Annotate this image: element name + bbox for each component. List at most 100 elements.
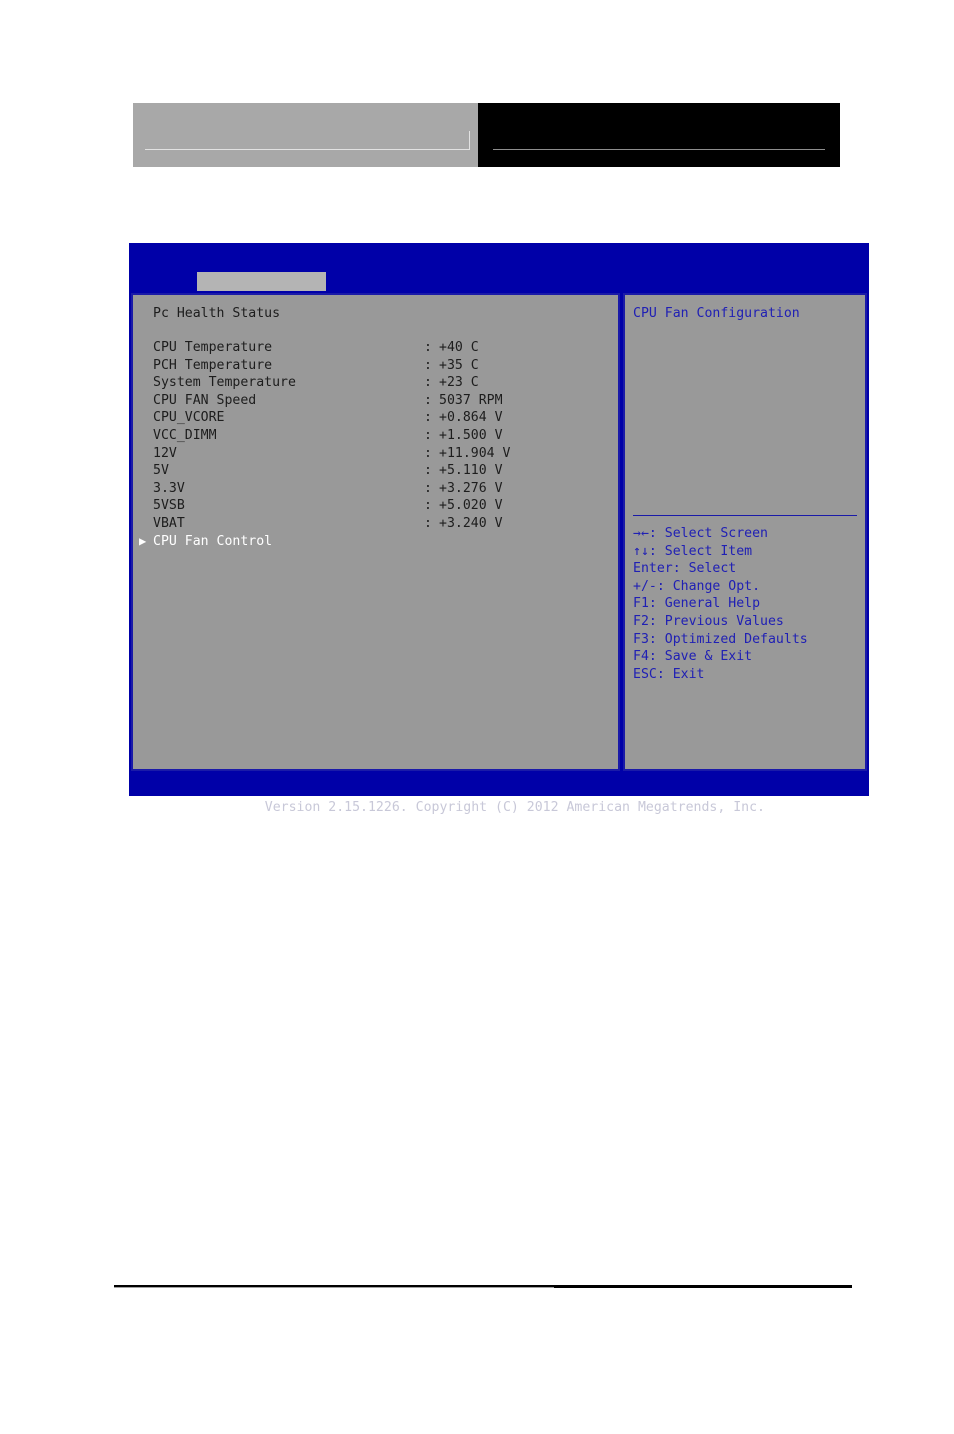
keyboard-legend-row: ↑↓: Select Item [633,543,808,561]
keyboard-legend-row: +/-: Change Opt. [633,578,808,596]
header-box-left [133,103,478,167]
sensor-separator: : [424,463,432,479]
page-rule-segment-left [114,1285,554,1288]
header-left-vertical-rule [469,131,470,150]
sensor-separator: : [424,445,432,461]
keyboard-legend-key: F2 [633,613,649,629]
menu-item-cpu-fan-control[interactable]: ▶ CPU Fan Control [133,533,618,551]
keyboard-legend-action: Select Item [664,543,753,559]
keyboard-legend-action: Save & Exit [664,649,753,665]
sensor-row: 5V: +5.110 V [133,462,618,480]
sensor-label: VCC_DIMM [153,427,217,443]
sensor-value: +23 C [439,375,479,391]
keyboard-legend-key: F3 [633,631,649,647]
page-bottom-rule [114,1285,852,1288]
tab-advanced[interactable]: Advanced [197,272,327,308]
sensor-label: System Temperature [153,375,296,391]
keyboard-legend-row: Enter: Select [633,560,808,578]
sensor-row: 3.3V: +3.276 V [133,480,618,498]
keyboard-legend-list: →←: Select Screen ↑↓: Select Item Enter: S… [633,525,808,683]
bios-footer-bar: Version 2.15.1226. Copyright (C) 2012 Am… [129,773,869,815]
keyboard-legend-action: Select Screen [664,526,768,541]
keyboard-legend-separator: : [648,543,665,559]
sensor-value: +5.110 V [439,463,503,479]
keyboard-legend-row: F4: Save & Exit [633,648,808,666]
sensor-separator: : [424,427,432,443]
keyboard-legend-action: Previous Values [664,613,784,629]
keyboard-legend-separator: : [656,578,673,594]
header-right-underline [493,149,825,150]
keyboard-legend-separator: : [648,631,665,647]
sensor-separator: : [424,410,432,426]
keyboard-legend-key: F4 [633,649,649,665]
keyboard-legend-key: ↑↓ [633,543,649,559]
keyboard-legend-key: ESC [633,666,657,682]
sensor-separator: : [424,480,432,496]
sensor-row: CPU Temperature: +40 C [133,339,618,357]
keyboard-legend-action: Exit [672,666,705,682]
keyboard-legend-row: →←: Select Screen [633,525,808,543]
keyboard-legend-separator: : [672,561,689,577]
sensor-row: 12V: +11.904 V [133,445,618,463]
sensor-value: +11.904 V [439,445,511,461]
page-header-graphic [133,103,840,167]
sensor-row: CPU_VCORE: +0.864 V [133,409,618,427]
sensor-label: 5VSB [153,498,185,514]
help-panel: CPU Fan Configuration →←: Select Screen ↑… [623,293,867,771]
sensor-row: CPU FAN Speed:5037 RPM [133,392,618,410]
keyboard-legend-row: ESC: Exit [633,666,808,684]
help-panel-divider [633,515,857,516]
sensor-value: +0.864 V [439,410,503,426]
section-title-pc-health-status: Pc Health Status [153,306,281,321]
page-rule-segment-right [554,1285,852,1288]
sensor-row: System Temperature: +23 C [133,374,618,392]
sensor-separator: : [424,498,432,514]
keyboard-legend-key: Enter [633,561,673,577]
sensor-separator: : [424,515,432,531]
sensor-label: 5V [153,463,169,479]
sensor-separator: : [424,375,432,391]
pc-health-status-panel: Pc Health Status CPU Temperature: +40 C PC… [131,293,620,771]
sensor-value: +3.276 V [439,480,503,496]
sensor-label: 12V [153,445,177,461]
keyboard-legend-action: Optimized Defaults [664,631,808,647]
sensor-row: PCH Temperature: +35 C [133,357,618,375]
keyboard-legend-action: Change Opt. [672,578,761,594]
sensor-value: +3.240 V [439,515,503,531]
sensor-label: CPU Temperature [153,340,273,355]
bios-tab-bar: Advanced [129,272,869,308]
bios-body: Pc Health Status CPU Temperature: +40 C PC… [129,291,869,773]
sensor-value: +40 C [439,340,479,355]
sensor-label: VBAT [153,515,185,531]
keyboard-legend-row: F3: Optimized Defaults [633,631,808,649]
sensor-label: CPU_VCORE [153,410,225,426]
keyboard-legend-action: General Help [664,596,761,612]
keyboard-legend-key: +/- [633,578,657,594]
sensor-row: VBAT: +3.240 V [133,515,618,533]
sensor-value: +35 C [439,357,479,373]
header-box-right [478,103,840,167]
help-title-text: CPU Fan Configuration [633,306,800,321]
sensor-value: +5.020 V [439,498,503,514]
keyboard-legend-separator: : [648,596,665,612]
bios-title-bar: Aptio Setup Utility - Copyright (C) 2012… [129,243,869,294]
keyboard-legend-row: F2: Previous Values [633,613,808,631]
sensor-value: +1.500 V [439,427,503,443]
keyboard-legend-separator: : [656,666,673,682]
sensor-separator: : [424,340,432,355]
bios-version-text: Version 2.15.1226. Copyright (C) 2012 Am… [264,800,765,815]
bios-setup-window: Aptio Setup Utility - Copyright (C) 2012… [129,243,869,815]
sensor-separator: : [424,392,432,408]
sensor-label: CPU FAN Speed [153,392,257,408]
keyboard-legend-action: Select [688,561,737,577]
sensor-readings-list: CPU Temperature: +40 C PCH Temperature: +35… [133,339,618,533]
keyboard-legend-row: F1: General Help [633,595,808,613]
sensor-label: 3.3V [153,480,185,496]
keyboard-legend-key: F1 [633,596,649,612]
submenu-arrow-icon: ▶ [139,534,147,548]
menu-item-cpu-fan-control-label: CPU Fan Control [153,534,273,549]
keyboard-legend-separator: : [648,613,665,629]
keyboard-legend-separator: : [648,649,665,665]
sensor-separator: : [424,357,432,373]
sensor-value: 5037 RPM [439,392,503,408]
